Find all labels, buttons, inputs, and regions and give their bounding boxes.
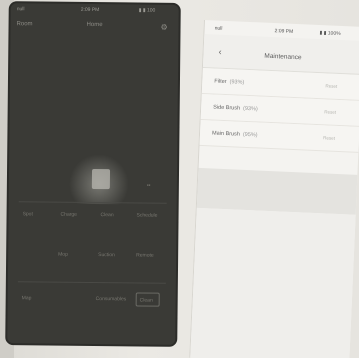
reset-button[interactable]: Reset xyxy=(325,83,337,89)
item-label: Filter (93%) xyxy=(214,78,245,86)
photo-scene: null 2:09 PM ▮ ▮ 100 Room Home ⚙ ▪▪ Spot… xyxy=(0,0,359,358)
robot-map-marker xyxy=(91,168,111,190)
control-mop[interactable]: Mop xyxy=(58,252,68,258)
page-title: Maintenance xyxy=(264,52,302,62)
right-phone-screen: null 2:09 PM ▮ ▮ 100% ‹ Maintenance Filt… xyxy=(189,20,359,358)
left-battery: ▮ ▮ 100 xyxy=(138,7,156,14)
control-clean[interactable]: Clean xyxy=(101,212,114,218)
item-label: Side Brush (93%) xyxy=(213,104,258,113)
right-carrier: null xyxy=(214,25,223,32)
left-phone-screen: null 2:09 PM ▮ ▮ 100 Room Home ⚙ ▪▪ Spot… xyxy=(7,3,179,345)
control-remote[interactable]: Remote xyxy=(136,252,154,258)
maintenance-item-main-brush[interactable]: Main Brush (95%) Reset xyxy=(199,119,359,153)
reset-button[interactable]: Reset xyxy=(323,135,335,141)
bottom-consumables[interactable]: Consumables xyxy=(96,296,127,302)
control-spot[interactable]: Spot xyxy=(23,211,33,217)
control-suction[interactable]: Suction xyxy=(98,252,115,258)
left-header: Room Home ⚙ xyxy=(10,15,178,39)
clean-button[interactable]: Clean xyxy=(135,292,160,307)
clean-button-label: Clean xyxy=(139,297,153,304)
left-carrier: null xyxy=(16,6,25,13)
divider xyxy=(17,281,166,284)
right-battery: ▮ ▮ 100% xyxy=(319,30,341,37)
settings-icon[interactable]: ⚙ xyxy=(160,23,167,32)
left-time: 2:09 PM xyxy=(80,6,100,14)
section-separator xyxy=(196,167,358,215)
empty-content-area xyxy=(190,207,356,358)
reset-button[interactable]: Reset xyxy=(324,109,336,115)
map-hint: ▪▪ xyxy=(146,182,151,189)
control-schedule[interactable]: Schedule xyxy=(137,212,158,218)
home-title: Home xyxy=(86,21,103,29)
item-label: Main Brush (95%) xyxy=(211,130,258,139)
right-time: 2:09 PM xyxy=(274,28,294,35)
room-button[interactable]: Room xyxy=(17,21,33,27)
bottom-map[interactable]: Map xyxy=(22,295,32,301)
control-charge[interactable]: Charge xyxy=(61,212,77,218)
